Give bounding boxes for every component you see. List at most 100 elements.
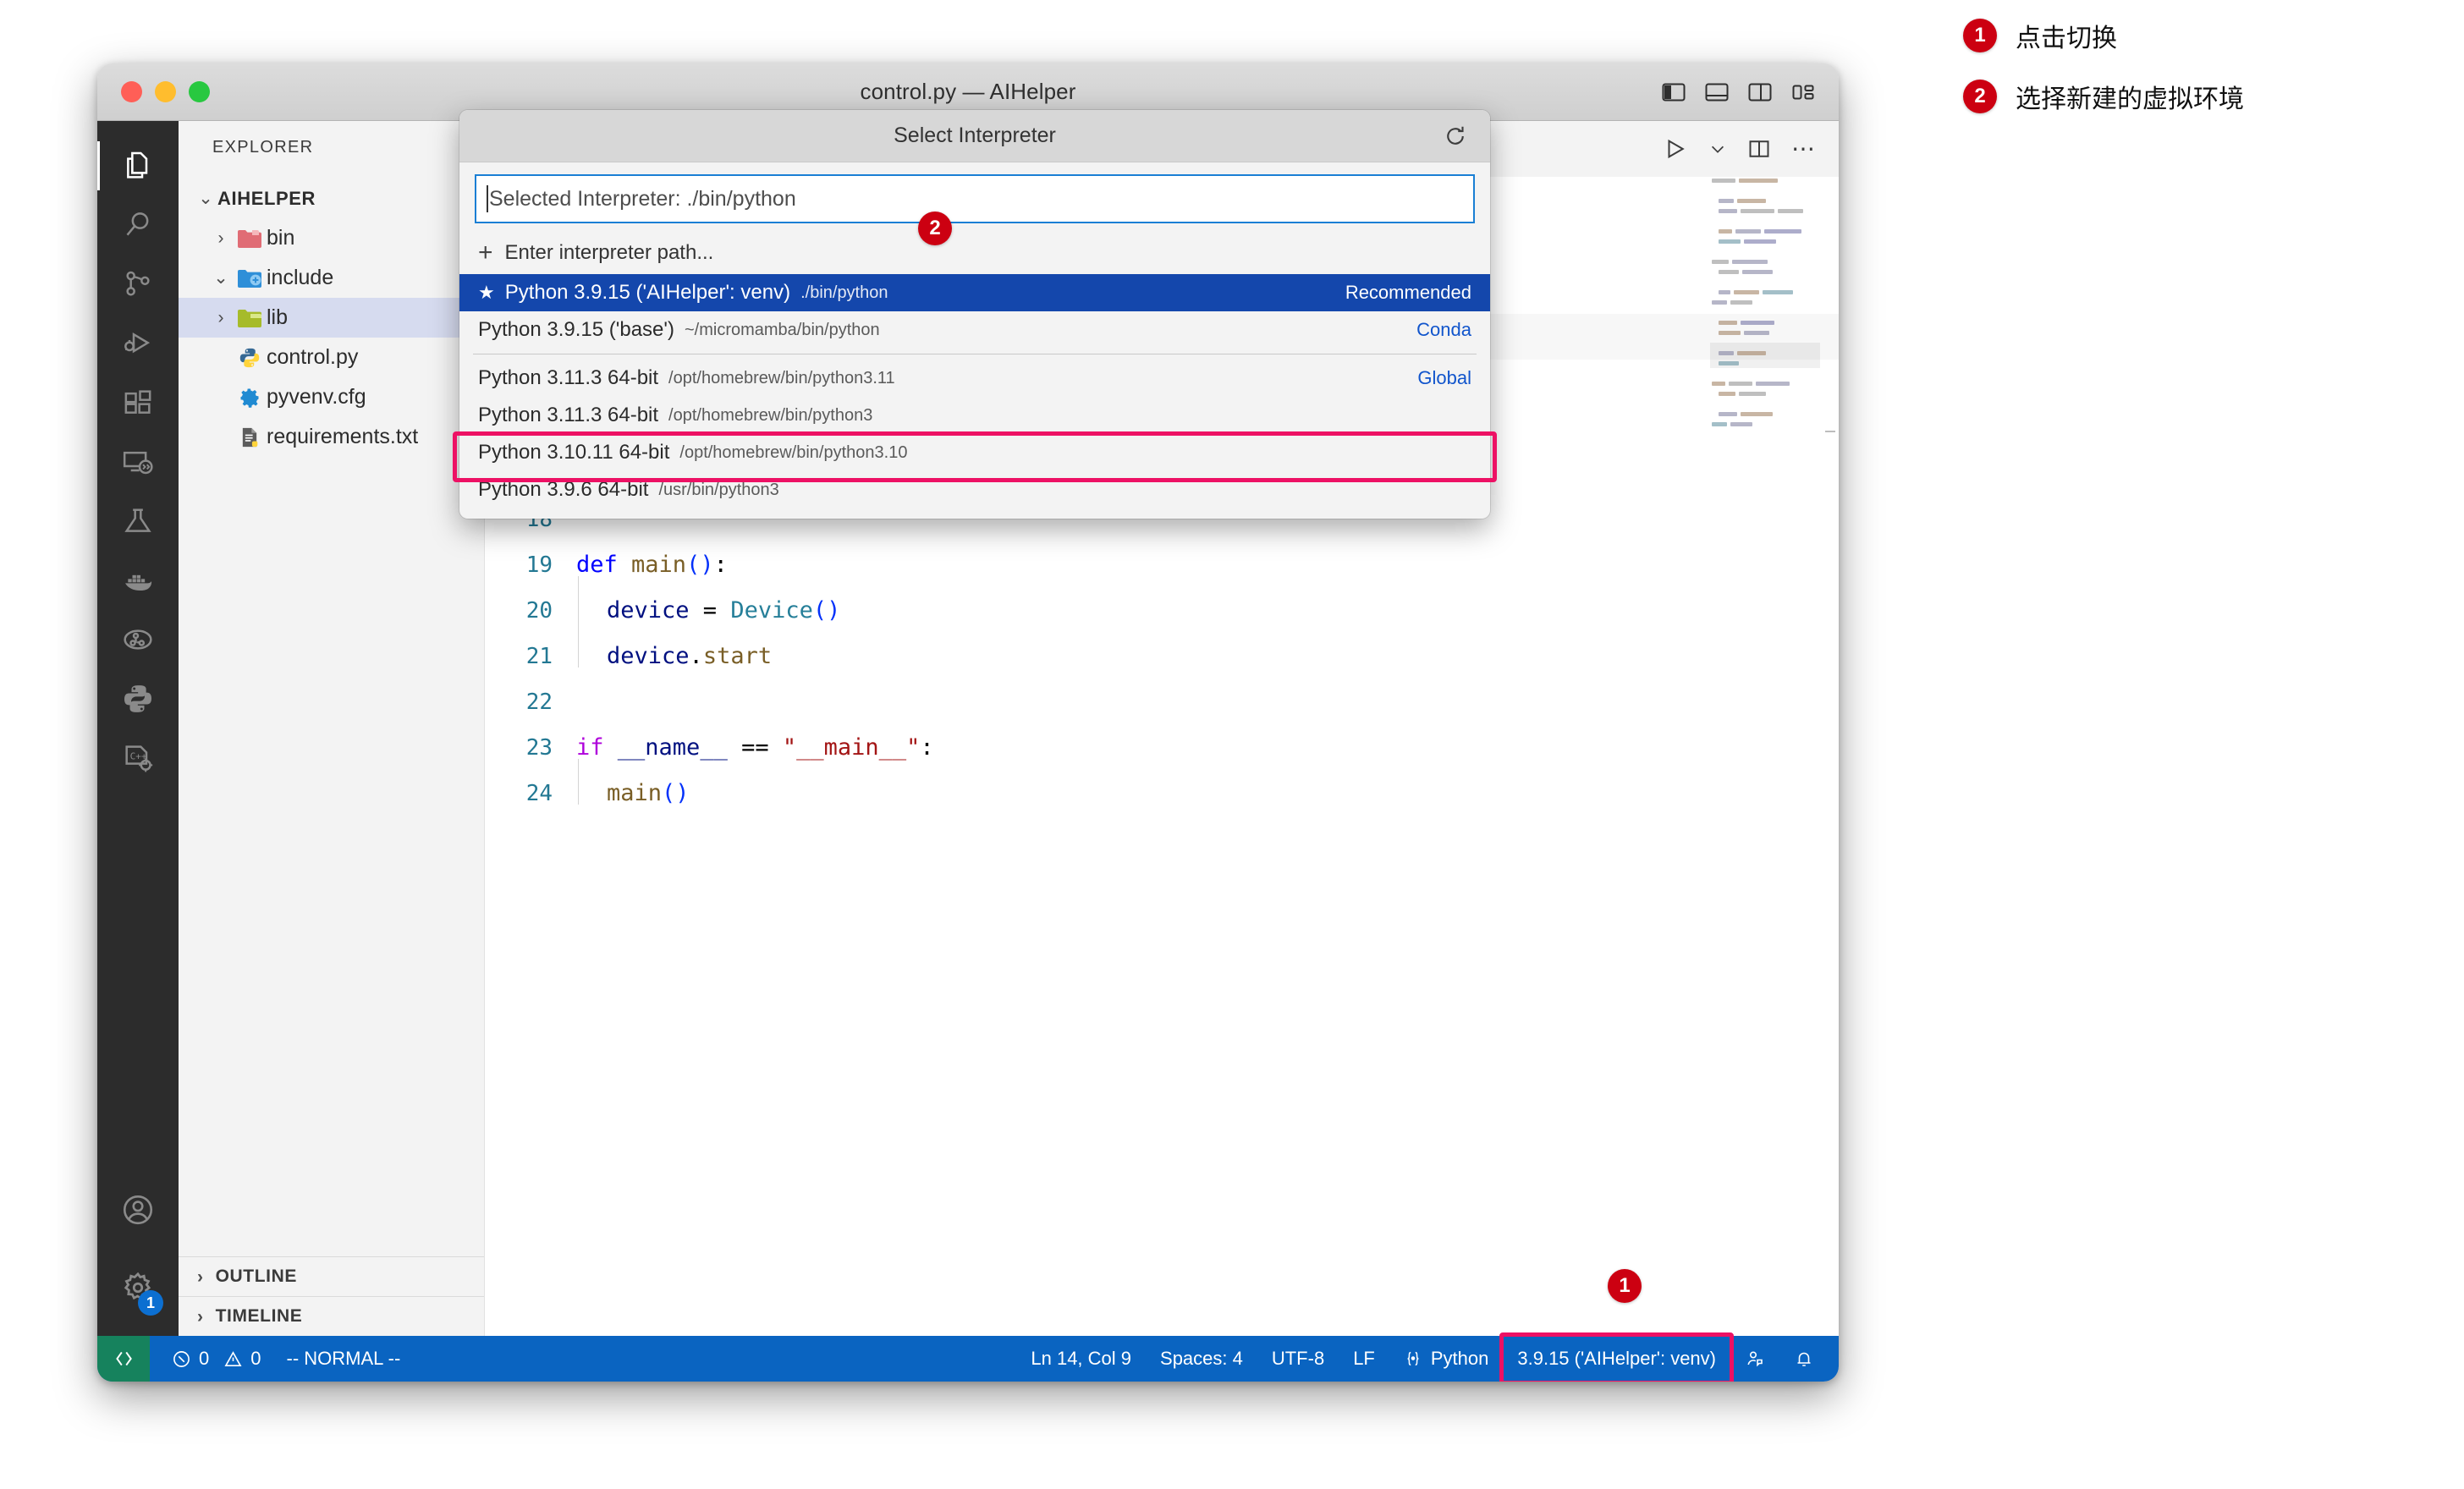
code-token: def (576, 552, 631, 578)
line-content: device = Device() (576, 588, 840, 634)
tree-item-label: lib (267, 305, 288, 330)
interpreter-list-item[interactable]: Python 3.9.15 ('base')~/micromamba/bin/p… (459, 311, 1490, 349)
indent-guide (576, 588, 607, 634)
quickpick-title: Select Interpreter (894, 124, 1056, 148)
interpreter-status-item[interactable]: 3.9.15 ('AIHelper': venv) (1503, 1336, 1730, 1382)
eol-status[interactable]: LF (1339, 1336, 1389, 1382)
interpreter-list-item[interactable]: Python 3.9.6 64-bit/usr/bin/python3 (459, 471, 1490, 508)
tree-item-bin[interactable]: › bin (179, 218, 484, 258)
vim-mode-status[interactable]: -- NORMAL -- (287, 1348, 401, 1370)
quickpick-input[interactable]: Selected Interpreter: ./bin/python (475, 174, 1475, 223)
interpreter-list-item[interactable]: Python 3.10.11 64-bit/opt/homebrew/bin/p… (459, 434, 1490, 471)
zoom-window-button[interactable] (189, 81, 210, 102)
interpreter-list-item[interactable]: ★Python 3.9.15 ('AIHelper': venv)./bin/p… (459, 274, 1490, 311)
interpreter-path: /opt/homebrew/bin/python3.11 (668, 369, 895, 388)
interpreter-label: Python 3.11.3 64-bit (478, 404, 658, 427)
line-content: def main(): (576, 542, 728, 588)
quickpick-title-bar: Select Interpreter (459, 110, 1490, 162)
line-number: 24 (485, 771, 576, 816)
cursor-position-status[interactable]: Ln 14, Col 9 (1016, 1336, 1146, 1382)
language-mode-status[interactable]: Python (1389, 1336, 1504, 1382)
tree-item-control-py[interactable]: control.py (179, 338, 484, 377)
sidebar-item-run-and-debug[interactable] (97, 314, 179, 373)
split-editor-right-icon[interactable] (1747, 137, 1771, 161)
line-number: 23 (485, 725, 576, 771)
explorer-sidebar: EXPLORER ⌄ AIHELPER › bin ⌄ (179, 121, 485, 1336)
interpreter-label: Python 3.10.11 64-bit (478, 441, 669, 464)
accounts-icon[interactable] (97, 1180, 179, 1239)
error-count: 0 (199, 1348, 209, 1370)
cue-badge-1: 1 (1608, 1269, 1642, 1303)
folder-icon (233, 267, 267, 289)
chevron-right-icon: › (197, 1308, 204, 1326)
select-interpreter-quickpick: Select Interpreter Selected Interpreter:… (459, 110, 1490, 519)
manage-settings-icon[interactable]: 1 (97, 1258, 179, 1317)
problems-status[interactable]: 0 0 (172, 1348, 261, 1370)
code-line: 20 device = Device() (485, 588, 1839, 634)
traffic-lights (121, 81, 210, 102)
sidebar-item-explorer[interactable] (97, 136, 179, 195)
tree-root-aihelper[interactable]: ⌄ AIHELPER (179, 179, 484, 218)
tree-item-pyvenv-cfg[interactable]: pyvenv.cfg (179, 377, 484, 417)
refresh-icon[interactable] (1443, 124, 1468, 155)
text-caret (487, 185, 488, 212)
toggle-primary-sidebar-icon[interactable] (1662, 82, 1686, 102)
run-python-file-icon[interactable] (1663, 136, 1688, 162)
chevron-right-icon: › (197, 1268, 204, 1286)
run-options-chevron-icon[interactable] (1708, 140, 1727, 158)
indentation-status[interactable]: Spaces: 4 (1146, 1336, 1257, 1382)
legend-text-1: 点击切换 (2016, 17, 2117, 54)
code-token: "__main__" (783, 734, 921, 761)
editor-scrollbar[interactable] (1822, 177, 1839, 1336)
sidebar-item-project-manager[interactable] (97, 610, 179, 669)
plus-icon: + (478, 240, 493, 266)
requirements-file-icon (233, 426, 267, 449)
code-line: 24 main() (485, 771, 1839, 816)
sidebar-item-search[interactable] (97, 195, 179, 255)
quickpick-input-wrap: Selected Interpreter: ./bin/python (459, 162, 1490, 232)
tree-item-requirements-txt[interactable]: requirements.txt (179, 417, 484, 457)
enter-interpreter-path-item[interactable]: + Enter interpreter path... (459, 232, 1490, 274)
sidebar-item-testing[interactable] (97, 492, 179, 551)
code-line: 21 device.start (485, 634, 1839, 679)
sidebar-item-python[interactable] (97, 669, 179, 728)
close-window-button[interactable] (121, 81, 142, 102)
panel-outline[interactable]: › OUTLINE (179, 1256, 484, 1296)
sidebar-item-remote-explorer[interactable] (97, 432, 179, 492)
toggle-secondary-sidebar-icon[interactable] (1748, 82, 1772, 102)
indent-guide (576, 771, 607, 816)
interpreter-list-item[interactable]: Python 3.11.3 64-bit/opt/homebrew/bin/py… (459, 397, 1490, 434)
tree-item-lib[interactable]: › lib (179, 298, 484, 338)
interpreter-label: Python 3.11.3 64-bit (478, 366, 658, 390)
encoding-status[interactable]: UTF-8 (1257, 1336, 1339, 1382)
bell-icon[interactable] (1779, 1336, 1829, 1382)
sidebar-item-extensions[interactable] (97, 373, 179, 432)
code-token: == (728, 734, 783, 761)
interpreter-path: /opt/homebrew/bin/python3.10 (679, 443, 907, 463)
more-actions-icon[interactable]: ⋯ (1791, 142, 1817, 157)
panel-timeline[interactable]: › TIMELINE (179, 1296, 484, 1336)
annotation-legend: 1 点击切换 2 选择新建的虚拟环境 (1963, 17, 2244, 115)
file-tree: ⌄ AIHELPER › bin ⌄ inclu (179, 173, 484, 1256)
language-label: Python (1431, 1348, 1489, 1370)
feedback-icon[interactable] (1730, 1336, 1779, 1382)
customize-layout-icon[interactable] (1791, 82, 1815, 102)
tree-root-label: AIHELPER (217, 188, 316, 210)
sidebar-item-source-control[interactable] (97, 255, 179, 314)
code-token: () (662, 780, 690, 806)
sidebar-item-cpp-tools[interactable]: C++ (97, 728, 179, 788)
interpreter-list-item[interactable]: Python 3.11.3 64-bit/opt/homebrew/bin/py… (459, 360, 1490, 397)
toggle-panel-icon[interactable] (1705, 82, 1729, 102)
code-token: () (686, 552, 714, 578)
interpreter-label: Python 3.9.6 64-bit (478, 478, 648, 502)
tree-item-include[interactable]: ⌄ include (179, 258, 484, 298)
interpreter-badge: Conda (1416, 319, 1471, 341)
remote-window-icon[interactable] (97, 1336, 150, 1382)
interpreter-label: Python 3.9.15 ('AIHelper': venv) (505, 281, 790, 305)
code-token: () (813, 597, 841, 624)
line-content: device.start (576, 634, 772, 679)
legend-badge-2: 2 (1963, 80, 1997, 113)
sidebar-item-docker[interactable] (97, 551, 179, 610)
minimize-window-button[interactable] (155, 81, 176, 102)
line-number: 20 (485, 588, 576, 634)
